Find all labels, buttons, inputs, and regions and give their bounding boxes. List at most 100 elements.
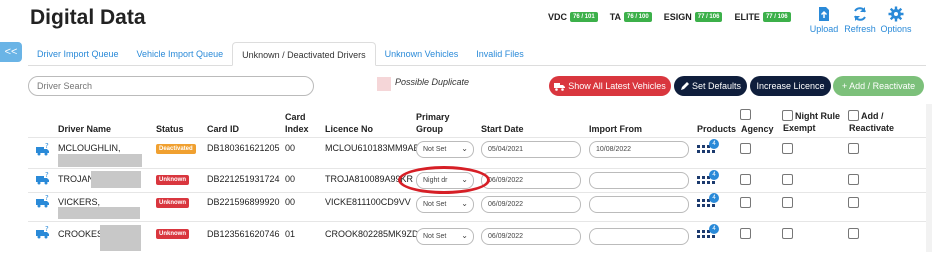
card-id: DB221596899920	[207, 197, 280, 207]
driver-name: MCLOUGHLIN,	[58, 143, 121, 153]
counter-badge: 77 / 106	[762, 12, 791, 22]
night-rule-checkbox[interactable]	[782, 174, 793, 185]
redacted-name	[58, 154, 142, 167]
products-indicator[interactable]: 4	[697, 139, 719, 155]
night-rule-checkbox[interactable]	[782, 197, 793, 208]
row-divider	[28, 168, 926, 169]
upload-button[interactable]: Upload	[806, 6, 842, 34]
primary-group-select[interactable]: Not Set ⌄	[416, 228, 474, 245]
start-date-input[interactable]: 06/09/2022	[481, 228, 581, 245]
add-reactivate-checkbox[interactable]	[848, 143, 859, 154]
chevron-down-icon: ⌄	[461, 231, 468, 240]
products-indicator[interactable]: 4	[697, 193, 719, 209]
add-reactivate-checkbox[interactable]	[848, 174, 859, 185]
page-title: Digital Data	[30, 6, 146, 29]
possible-duplicate-legend: Possible Duplicate	[377, 77, 469, 91]
increase-licence-button[interactable]: Increase Licence	[750, 76, 831, 96]
start-date-input[interactable]: 06/09/2022	[481, 172, 581, 189]
options-button[interactable]: Options	[878, 6, 914, 34]
driver-search-input[interactable]	[28, 76, 314, 96]
card-index: 00	[285, 174, 296, 184]
card-id: DB180361621205	[207, 143, 280, 153]
refresh-icon	[854, 7, 866, 21]
col-licence-no: Licence No	[325, 124, 374, 134]
licence-no: VICKE811100CD9VV	[325, 197, 411, 207]
counter-vdc: VDC 76 / 101	[548, 12, 598, 22]
card-id: DB123561620746	[207, 229, 280, 239]
col-agency: Agency	[741, 124, 774, 134]
redacted-name	[91, 171, 141, 188]
counter-badge: 77 / 106	[694, 12, 723, 22]
tab-vehicle-import-queue[interactable]: Vehicle Import Queue	[128, 42, 233, 66]
driver-vehicle-icon[interactable]: ?	[36, 225, 50, 239]
night-rule-checkbox[interactable]	[782, 143, 793, 154]
driver-name: CROOKES,	[58, 229, 106, 239]
pencil-icon	[680, 81, 689, 90]
add-reactivate-checkbox[interactable]	[848, 197, 859, 208]
refresh-label: Refresh	[844, 24, 876, 34]
tab-unknown-vehicles[interactable]: Unknown Vehicles	[376, 42, 468, 66]
col-products: Products	[697, 124, 737, 134]
show-all-latest-vehicles-button[interactable]: Show All Latest Vehicles	[549, 76, 671, 96]
upload-label: Upload	[809, 24, 839, 34]
truck-icon	[554, 82, 566, 91]
vertical-scrollbar[interactable]	[926, 104, 932, 252]
counter-badge: 76 / 100	[624, 12, 652, 22]
col-card-index: Card Index	[285, 112, 309, 134]
tab-unknown-deactivated-drivers[interactable]: Unknown / Deactivated Drivers	[232, 42, 376, 66]
primary-group-value: Not Set	[423, 146, 447, 153]
col-night-rule-exempt: Night Rule Exempt	[783, 111, 840, 133]
agency-select-all-checkbox[interactable]	[740, 109, 751, 120]
night-rule-checkbox[interactable]	[782, 228, 793, 239]
add-reactivate-checkbox[interactable]	[848, 228, 859, 239]
tab-invalid-files[interactable]: Invalid Files	[467, 42, 533, 66]
status-badge: Deactivated	[156, 144, 196, 154]
agency-checkbox[interactable]	[740, 143, 751, 154]
driver-name: VICKERS,	[58, 197, 101, 207]
svg-text:?: ?	[45, 142, 49, 150]
driver-name: TROJAN	[58, 174, 94, 184]
col-primary-group: Primary Group	[416, 112, 450, 134]
agency-checkbox[interactable]	[740, 174, 751, 185]
add-reactivate-button[interactable]: + Add / Reactivate	[833, 76, 924, 96]
tab-driver-import-queue[interactable]: Driver Import Queue	[28, 42, 128, 66]
collapse-sidebar-button[interactable]: <<	[0, 42, 22, 62]
svg-text:?: ?	[45, 225, 49, 233]
redacted-name	[58, 207, 140, 219]
counter-label: TA	[609, 12, 622, 22]
licence-no: MCLOU610183MM9AB	[325, 143, 420, 153]
driver-vehicle-icon[interactable]: ?	[36, 194, 50, 208]
refresh-button[interactable]: Refresh	[842, 6, 878, 34]
card-index: 00	[285, 197, 296, 207]
driver-vehicle-icon[interactable]: ?	[36, 171, 50, 185]
import-from-input[interactable]	[589, 196, 689, 213]
start-date-input[interactable]: 06/09/2022	[481, 196, 581, 213]
col-add-reactivate: Add / Reactivate	[849, 111, 895, 133]
products-count: 4	[709, 193, 719, 203]
primary-group-select[interactable]: Not Set ⌄	[416, 141, 474, 158]
show-all-latest-vehicles-label: Show All Latest Vehicles	[568, 81, 666, 91]
driver-vehicle-icon[interactable]: ?	[36, 142, 50, 156]
set-defaults-button[interactable]: Set Defaults	[674, 76, 747, 96]
increase-licence-label: Increase Licence	[756, 81, 825, 91]
card-index: 01	[285, 229, 296, 239]
import-from-input[interactable]	[589, 172, 689, 189]
primary-group-select[interactable]: Not Set ⌄	[416, 196, 474, 213]
primary-group-value: Not Set	[423, 201, 447, 208]
svg-text:?: ?	[45, 171, 49, 179]
redacted-name	[100, 225, 141, 251]
import-from-input[interactable]	[589, 228, 689, 245]
products-count: 4	[709, 224, 719, 234]
counter-label: VDC	[548, 12, 568, 22]
status-badge: Unknown	[156, 198, 189, 208]
products-count: 4	[709, 170, 719, 180]
counter-ta: TA 76 / 100	[610, 12, 652, 22]
status-badge: Unknown	[156, 175, 189, 185]
start-date-input[interactable]: 05/04/2021	[481, 141, 581, 158]
agency-checkbox[interactable]	[740, 197, 751, 208]
products-indicator[interactable]: 4	[697, 170, 719, 186]
import-from-input[interactable]: 10/08/2022	[589, 141, 689, 158]
agency-checkbox[interactable]	[740, 228, 751, 239]
counter-label: ESIGN	[663, 12, 692, 22]
products-indicator[interactable]: 4	[697, 224, 719, 240]
